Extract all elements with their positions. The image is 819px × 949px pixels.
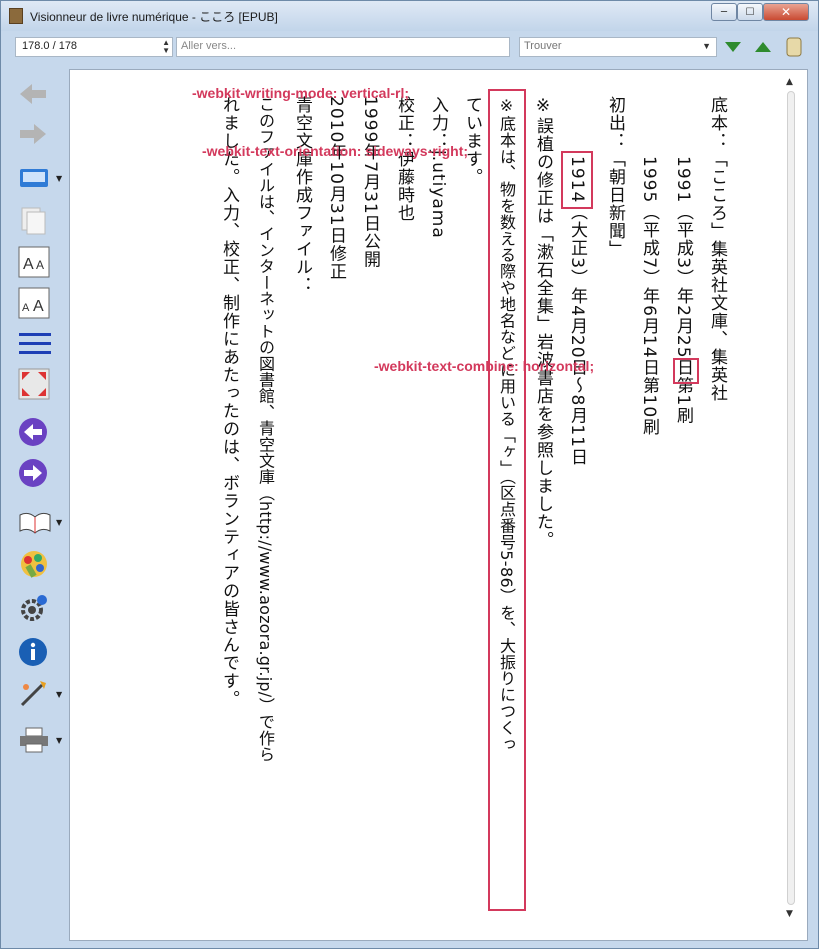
svg-text:A: A [33,298,44,315]
chevron-down-icon[interactable]: ▼ [56,174,62,183]
text-column: 底本：「こころ」集英社文庫、集英社 [707,96,727,402]
find-previous-icon[interactable] [753,38,773,56]
close-button[interactable]: ✕ [763,3,809,21]
scroll-down-icon[interactable]: ▼ [786,909,793,919]
text-column: 校正：伊藤時也 [394,96,414,222]
text-column: 1999年7月31日公開 [360,96,380,269]
toc-icon[interactable] [18,326,58,362]
fullscreen-icon[interactable] [18,366,58,402]
font-increase-icon[interactable]: AA [18,244,58,280]
svg-text:A: A [36,258,44,272]
scroll-up-icon[interactable]: ▲ [786,77,793,87]
previous-page-icon[interactable] [18,414,58,450]
maximize-button[interactable]: ☐ [737,3,763,21]
annotation-text-orientation: -webkit-text-orientation: sideways-right… [202,143,469,159]
title-bar[interactable]: Visionneur de livre numérique - こころ [EPU… [1,1,818,31]
forward-icon[interactable] [18,116,58,152]
info-icon[interactable] [18,634,58,670]
theme-icon[interactable] [18,546,58,582]
text-column: このファイルは、インターネットの図書館、青空文庫（http://www.aozo… [256,96,275,763]
app-icon [9,8,23,24]
tweak-icon[interactable]: ▼ [18,676,62,712]
text-column: 1991（平成3）年2月25日第1刷 [673,156,693,425]
page-value: 178.0 / 178 [22,40,78,52]
highlight-box [561,151,593,209]
sidebar: ▼ AA AA ▼ ▼ ▼ [8,68,68,768]
svg-text:A: A [23,256,34,273]
text-column: 初出：「朝日新聞」 [605,96,625,258]
page-spinner-icon[interactable]: ▲ ▼ [162,39,170,55]
scroll-thumb[interactable] [787,91,795,905]
preferences-icon[interactable] [18,590,58,626]
copy-icon[interactable] [18,202,58,238]
find-next-icon[interactable] [723,38,743,56]
minimize-button[interactable]: ─ [711,3,737,21]
goto-input[interactable]: Aller vers... [176,37,510,57]
window-title: Visionneur de livre numérique - こころ [EPU… [30,10,278,24]
text-column: ています。 [462,96,482,186]
page-input[interactable]: 178.0 / 178 ▲ ▼ [15,37,173,57]
toolbar: 178.0 / 178 ▲ ▼ Aller vers... Trouver ▼ [8,34,813,62]
text-column: 1995（平成7）年6月14日第10刷 [639,156,659,437]
chevron-down-icon[interactable]: ▼ [56,690,62,699]
font-decrease-icon[interactable]: AA [18,285,58,321]
text-column: ※誤植の修正は「漱石全集」岩波書店を参照しました。 [533,96,553,549]
app-window: Visionneur de livre numérique - こころ [EPU… [0,0,819,949]
text-column: れました。入力、校正、制作にあたったのは、ボランティアの皆さんです。 [219,96,239,708]
text-column: 青空文庫作成ファイル： [292,96,312,294]
view-mode-icon[interactable]: ▼ [18,160,62,196]
chevron-down-icon[interactable]: ▼ [56,736,62,745]
text-column: 入力：j.utiyama [428,96,448,239]
annotation-text-combine: -webkit-text-combine: horizontal; [374,358,595,374]
highlight-box [673,358,699,384]
highlight-box [488,89,526,911]
back-icon[interactable] [18,76,58,112]
find-combobox[interactable]: Trouver ▼ [519,37,717,57]
text-column: 2010年10月31日修正 [326,96,346,281]
svg-text:A: A [22,302,30,314]
vertical-scrollbar[interactable]: ▲ ▼ [783,77,799,919]
scroll-icon[interactable] [784,37,804,57]
chevron-down-icon[interactable]: ▼ [56,518,62,527]
library-icon[interactable]: ▼ [18,504,62,540]
annotation-writing-mode: -webkit-writing-mode: vertical-rl; [192,85,410,101]
find-placeholder: Trouver [524,40,562,52]
next-page-icon[interactable] [18,455,58,491]
print-icon[interactable]: ▼ [18,722,62,758]
chevron-down-icon[interactable]: ▼ [702,41,711,51]
